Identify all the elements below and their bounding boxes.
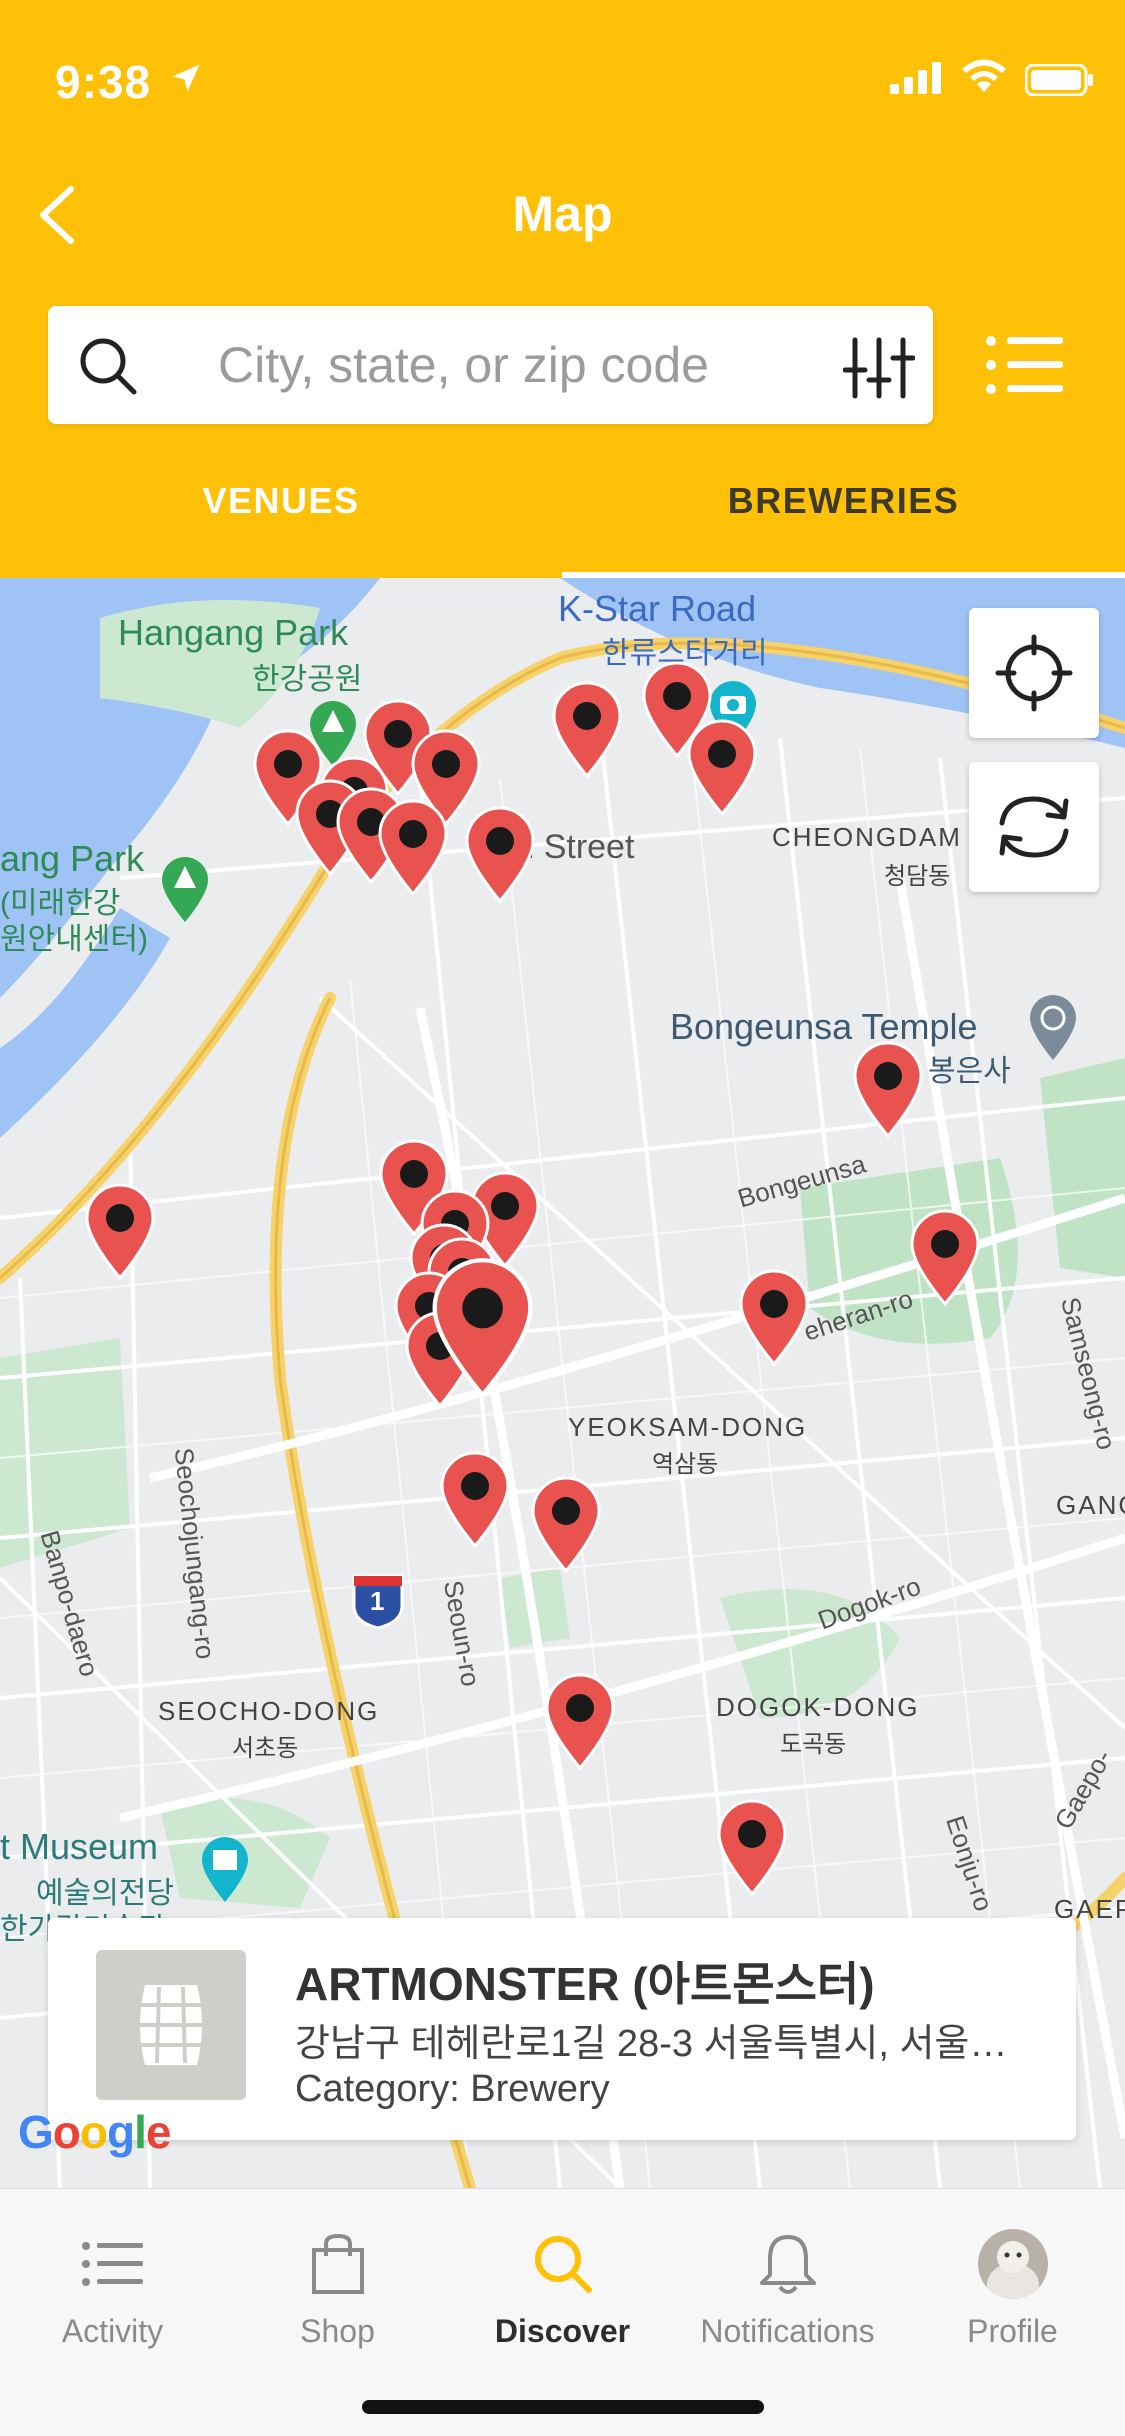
cellular-signal-icon: [890, 62, 941, 94]
status-time: 9:38: [55, 56, 152, 108]
nav-profile-label: Profile: [967, 2313, 1058, 2349]
nav-profile[interactable]: Profile: [900, 2209, 1125, 2359]
wifi-icon: [962, 59, 1006, 92]
brewery-pin[interactable]: [426, 1253, 539, 1398]
map-label-hangang-park-2: ang Park: [0, 838, 145, 879]
sliders-icon[interactable]: [843, 336, 915, 400]
tab-venues[interactable]: VENUES: [0, 480, 562, 540]
shopping-bag-icon: [225, 2229, 450, 2299]
map-label-dogok: DOGOK-DONG: [716, 1692, 920, 1722]
brewery-pin[interactable]: [683, 716, 761, 816]
temple-poi-icon: [1030, 995, 1076, 1060]
brewery-pin[interactable]: [906, 1206, 984, 1306]
brewery-pin[interactable]: [735, 1266, 813, 1366]
list-view-icon[interactable]: [985, 335, 1065, 395]
nav-discover[interactable]: Discover: [450, 2209, 675, 2359]
map-label-hangang-park-2-ko2: 원안내센터): [0, 923, 148, 956]
brewery-pin[interactable]: [527, 1473, 605, 1573]
search-bar[interactable]: [48, 306, 933, 424]
map-label-bongeunsa: Bongeunsa Temple: [670, 1006, 978, 1047]
brewery-pin[interactable]: [541, 1670, 619, 1770]
map-label-museum: t Museum: [0, 1826, 159, 1867]
tab-breweries[interactable]: BREWERIES: [562, 480, 1125, 540]
brewery-pin[interactable]: [81, 1180, 159, 1280]
crosshair-icon: [995, 634, 1073, 712]
nav-notifications-label: Notifications: [700, 2313, 875, 2349]
barrel-icon: [137, 1985, 205, 2065]
refresh-icon: [999, 796, 1069, 858]
nav-shop[interactable]: Shop: [225, 2209, 450, 2359]
map-label-cheongdam-ko: 청담동: [884, 863, 951, 890]
highway-shield-number: 1: [370, 1586, 385, 1616]
map-label-bongeunsa-ko: 봉은사: [928, 1055, 1011, 1088]
nav-activity-label: Activity: [61, 2313, 164, 2349]
venue-name: ARTMONSTER (아트몬스터): [295, 1958, 875, 2010]
refresh-map-button[interactable]: [969, 762, 1099, 892]
map-label-seocho: SEOCHO-DONG: [158, 1696, 380, 1726]
map-label-hangang-park: Hangang Park: [118, 612, 349, 653]
search-icon: [80, 338, 137, 395]
search-icon: [450, 2229, 675, 2299]
locate-me-button[interactable]: [969, 608, 1099, 738]
bottom-tab-bar: Activity Shop Discover Notifications Pro…: [0, 2188, 1125, 2436]
brewery-pin[interactable]: [436, 1448, 514, 1548]
map-label-yeoksam: YEOKSAM-DONG: [568, 1412, 808, 1442]
venue-address: 강남구 테헤란로1길 28-3 서울특별시, 서울특별시: [295, 2023, 1035, 2065]
map-label-cheongdam: CHEONGDAM: [772, 822, 962, 852]
list-icon: [0, 2229, 225, 2299]
nav-notifications[interactable]: Notifications: [675, 2209, 900, 2359]
brewery-pin[interactable]: [374, 796, 452, 896]
museum-poi-icon: [202, 1837, 248, 1902]
battery-icon: [1025, 64, 1093, 96]
brewery-pin[interactable]: [713, 1796, 791, 1896]
location-arrow-icon: [172, 64, 200, 92]
map-label-gang: GANG: [1056, 1490, 1125, 1520]
map-label-hangang-park-ko: 한강공원: [252, 663, 363, 696]
nav-activity[interactable]: Activity: [0, 2209, 225, 2359]
page-title: Map: [512, 186, 613, 242]
brewery-pin[interactable]: [849, 1038, 927, 1138]
map-label-kstar-road: K-Star Road: [558, 588, 757, 629]
brewery-pin[interactable]: [548, 678, 626, 778]
venue-category: Category: Brewery: [295, 2068, 610, 2110]
brewery-pin[interactable]: [461, 803, 539, 903]
map-label-seocho-ko: 서초동: [232, 1735, 299, 1762]
nav-shop-label: Shop: [300, 2313, 375, 2349]
map-label-dogok-ko: 도곡동: [780, 1731, 847, 1758]
venue-thumbnail: [96, 1950, 246, 2100]
status-bar: 9:38: [0, 0, 1125, 160]
map-label-yeoksam-ko: 역삼동: [652, 1451, 719, 1478]
park-poi-icon-2: [162, 857, 208, 922]
bell-icon: [675, 2229, 900, 2299]
search-input[interactable]: [218, 328, 818, 402]
selected-venue-card[interactable]: ARTMONSTER (아트몬스터) 강남구 테헤란로1길 28-3 서울특별시…: [48, 1918, 1076, 2140]
google-attribution-logo: Google: [18, 2106, 171, 2158]
app-header: 9:38 Map VENUES BREWERIES: [0, 0, 1125, 578]
nav-discover-label: Discover: [494, 2313, 631, 2349]
home-indicator: [362, 2400, 764, 2414]
avatar-icon: [900, 2229, 1125, 2299]
